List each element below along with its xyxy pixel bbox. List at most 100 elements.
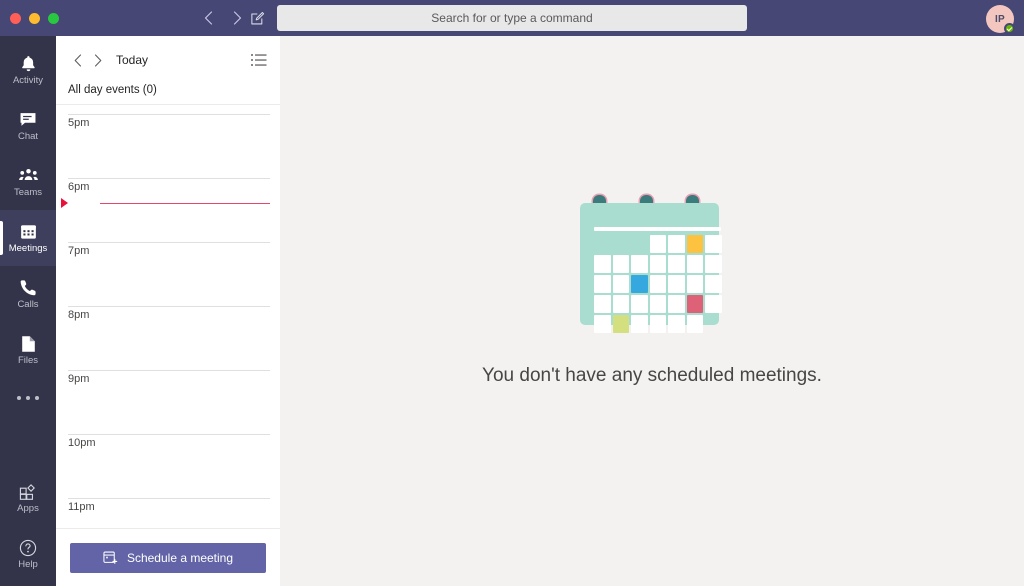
calendar-day-cell [612,315,630,333]
search-bar[interactable]: Search for or type a command [277,5,747,31]
agenda-next-day-button[interactable] [88,50,108,70]
time-slot[interactable]: 11pm [68,498,270,513]
calendar-day-cell [686,295,704,313]
schedule-meeting-label: Schedule a meeting [126,550,234,565]
time-slot[interactable]: 8pm [68,306,270,321]
chat-icon [19,110,37,129]
ellipsis-icon [35,396,39,400]
time-slot[interactable]: 6pm [68,178,270,193]
chevron-left-icon [74,53,82,67]
sidebar-item-files[interactable]: Files [0,322,56,378]
title-bar: Search for or type a command IP [0,0,1024,36]
calendar-day-cell [594,235,611,253]
maximize-window-button[interactable] [48,12,59,24]
calendar-day-cell [705,295,722,313]
calendar-illustration [572,195,732,335]
calendar-day-cell [668,255,685,273]
sidebar-item-meetings[interactable]: Meetings [0,210,56,266]
current-time-line [100,203,270,204]
file-icon [21,334,36,353]
time-slot-label: 9pm [68,373,90,385]
calendar-day-cell [649,295,667,313]
calendar-day-cell [594,275,611,293]
sidebar-item-label: Teams [14,187,42,199]
calendar-header-bar [594,227,721,231]
calendar-icon [20,222,37,241]
agenda-panel: Today All day events (0) 11pm 10pm 9pm 8pm 7… [56,36,280,586]
agenda-header: Today [56,36,280,84]
time-slot-label: 11pm [68,501,95,513]
calendar-day-cell [612,295,630,313]
chevron-left-icon [204,11,212,25]
calendar-day-cell [631,235,648,253]
calendar-day-cell [612,275,630,293]
sidebar-item-teams[interactable]: Teams [0,154,56,210]
calendar-day-cell [631,275,648,293]
sidebar-item-label: Meetings [8,243,48,255]
back-button[interactable] [196,6,220,30]
calendar-day-cell [686,255,704,273]
chevron-right-icon [94,53,102,67]
agenda-prev-day-button[interactable] [68,50,88,70]
time-grid[interactable]: 11pm 10pm 9pm 8pm 7pm 6pm 5pm [56,105,280,557]
all-day-events-label: All day events (0) [68,84,157,96]
calendar-day-cell [668,295,685,313]
calendar-day-cell [631,315,648,333]
empty-state-message: You don't have any scheduled meetings. [482,365,822,386]
minimize-window-button[interactable] [29,12,40,24]
bell-icon [20,54,37,73]
calendar-day-cell [594,295,611,313]
agenda-date-title: Today [116,53,149,67]
calendar-day-cell [686,275,704,293]
compose-icon [250,11,264,24]
schedule-meeting-button[interactable]: Schedule a meeting [70,542,266,573]
agenda-list-view-button[interactable] [250,51,268,69]
rail-secondary-items: Apps Help [0,470,56,582]
sidebar-item-apps[interactable]: Apps [0,470,56,526]
sidebar-item-chat[interactable]: Chat [0,98,56,154]
sidebar-item-help[interactable]: Help [0,526,56,582]
calendar-day-cell [705,275,722,293]
calendar-day-cell [613,235,630,253]
calendar-day-cell [705,255,722,273]
teams-icon [18,166,38,185]
time-slot[interactable]: 5pm [68,114,270,129]
calendar-day-cell [649,315,667,333]
close-window-button[interactable] [10,12,21,24]
sidebar-item-calls[interactable]: Calls [0,266,56,322]
time-slot-label: 7pm [68,245,90,257]
calendar-day-cell [649,275,667,293]
search-placeholder: Search for or type a command [431,11,593,25]
calendar-day-cell [649,255,667,273]
app-rail: Activity Chat Teams Meetings Calls Files… [0,36,56,586]
compose-button[interactable] [246,7,268,29]
help-icon [19,538,37,557]
calendar-body [580,203,722,333]
calendar-day-cell [612,255,630,273]
calendar-day-cell [668,315,685,333]
all-day-events-section: All day events (0) [56,84,280,105]
calendar-day-cell [668,235,685,253]
calendar-day-cell [594,255,611,273]
time-slot[interactable]: 10pm [68,434,270,449]
nav-buttons [196,0,249,36]
sidebar-item-label: Calls [17,299,39,311]
calendar-day-cell [686,315,704,333]
more-apps-button[interactable] [0,378,56,418]
presence-indicator [1004,23,1015,34]
ellipsis-icon [17,396,21,400]
calendar-day-cell [594,315,611,333]
time-slot-label: 8pm [68,309,90,321]
sidebar-item-activity[interactable]: Activity [0,42,56,98]
calendar-day-cell [686,235,704,253]
time-slot[interactable]: 7pm [68,242,270,257]
sidebar-item-label: Files [17,355,39,367]
avatar[interactable]: IP [986,5,1015,34]
time-slot[interactable]: 9pm [68,370,270,385]
apps-icon [19,482,37,501]
calendar-day-cell [668,275,685,293]
main-content: You don't have any scheduled meetings. [280,36,1024,586]
agenda-list-icon [251,54,267,66]
window-controls [10,12,59,24]
sidebar-item-label: Help [18,559,38,571]
